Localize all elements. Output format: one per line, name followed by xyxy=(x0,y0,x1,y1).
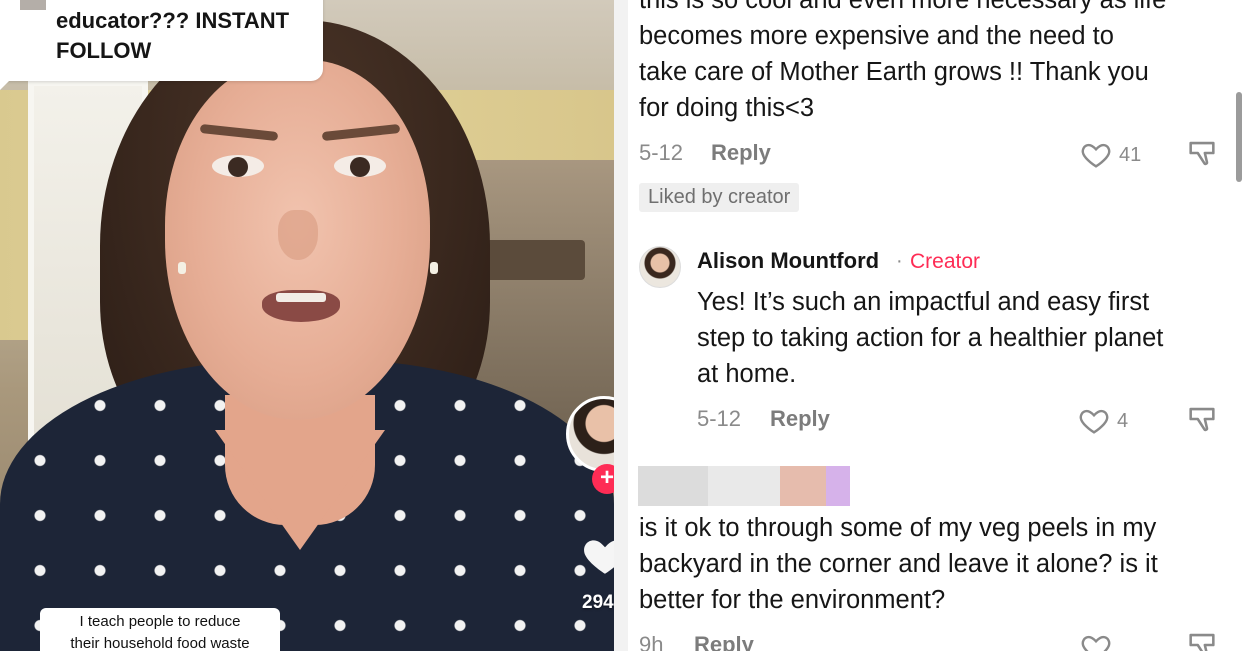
creator-separator: · xyxy=(896,250,903,272)
comment-dislike-button[interactable] xyxy=(1185,402,1219,436)
comment-date: 5-12 xyxy=(697,406,742,431)
video-text-caption-line-2: their household food waste xyxy=(70,635,250,651)
presenter-earring-right xyxy=(430,262,438,274)
comment-line: for doing this<3 xyxy=(639,94,815,122)
comments-panel[interactable]: this is so cool and even more necessary … xyxy=(614,0,1243,651)
reply-button[interactable]: Reply xyxy=(711,140,771,166)
presenter-eye-right xyxy=(334,155,386,177)
video-text-caption-line-1: I teach people to reduce xyxy=(79,613,241,630)
comment-line: better for the environment? xyxy=(639,586,946,614)
caption-avatar-stub xyxy=(20,0,46,10)
comment-like-button[interactable]: 4 xyxy=(1077,404,1128,438)
comment-line: step to taking action for a healthier pl… xyxy=(697,324,1164,352)
heart-outline-icon xyxy=(1081,635,1111,651)
comment-line: is it ok to through some of my veg peels… xyxy=(639,514,1157,542)
liked-by-creator-badge: Liked by creator xyxy=(639,183,800,212)
comment-line: this is so cool and even more necessary … xyxy=(639,0,1167,14)
redacted-block xyxy=(780,466,826,506)
comment-like-button[interactable] xyxy=(1079,630,1113,651)
video-background-shelf xyxy=(475,240,585,280)
presenter-nose xyxy=(278,210,318,260)
comment-like-count: 4 xyxy=(1117,409,1129,432)
caption-line-1: educator??? INSTANT xyxy=(56,8,290,33)
panel-divider xyxy=(614,0,628,651)
heart-icon[interactable] xyxy=(580,530,614,580)
creator-name[interactable]: Alison Mountford xyxy=(697,248,879,274)
comment-date: 9h xyxy=(639,632,664,651)
caption-line-2: FOLLOW xyxy=(56,38,152,63)
comment-line: take care of Mother Earth grows !! Thank… xyxy=(639,58,1149,86)
video-player[interactable]: educator??? INSTANT FOLLOW I teach peopl… xyxy=(0,0,614,651)
reply-button[interactable]: Reply xyxy=(694,632,754,651)
plus-icon[interactable]: + xyxy=(592,464,614,494)
heart-outline-icon xyxy=(1081,143,1111,168)
creator-reply-text: Yes! It’s such an impactful and easy fir… xyxy=(697,284,1237,392)
redacted-block xyxy=(638,466,708,506)
reply-caption-bubble: educator??? INSTANT FOLLOW xyxy=(0,0,323,90)
comment-meta-row: 9h Reply xyxy=(639,632,1229,651)
comment-line: at home. xyxy=(697,360,797,388)
comments-scrollbar[interactable] xyxy=(1236,92,1242,182)
comment-line: backyard in the corner and leave it alon… xyxy=(639,550,1158,578)
comment-dislike-button[interactable] xyxy=(1185,628,1219,651)
creator-avatar[interactable] xyxy=(639,246,681,288)
presenter-earring-left xyxy=(178,262,186,274)
creator-tag-badge: Creator xyxy=(910,250,981,273)
reply-button[interactable]: Reply xyxy=(770,406,830,432)
creator-reply-meta-row: 5-12 Reply 4 xyxy=(697,406,1237,436)
comment-meta-row: 5-12 Reply 41 xyxy=(639,140,1229,170)
redacted-block xyxy=(708,466,780,506)
comment-text: is it ok to through some of my veg peels… xyxy=(639,510,1229,618)
dislike-icon xyxy=(1189,407,1215,432)
presenter-mouth xyxy=(262,290,340,322)
dislike-icon xyxy=(1189,633,1215,651)
caption-bubble-tail xyxy=(0,76,14,90)
heart-outline-icon xyxy=(1079,409,1109,434)
dislike-icon xyxy=(1189,141,1215,166)
redacted-username xyxy=(638,466,850,506)
video-like-count: 294 xyxy=(582,592,614,613)
redacted-block xyxy=(826,466,850,506)
presenter-eye-left xyxy=(212,155,264,177)
comment-line: becomes more expensive and the need to xyxy=(639,22,1114,50)
comment-dislike-button[interactable] xyxy=(1185,136,1219,170)
video-text-caption: I teach people to reduce their household… xyxy=(40,608,280,651)
comment-text: this is so cool and even more necessary … xyxy=(639,0,1229,126)
comment-date: 5-12 xyxy=(639,140,684,165)
comment-like-count: 41 xyxy=(1119,143,1142,166)
comment-like-button[interactable]: 41 xyxy=(1079,138,1141,172)
comment-line: Yes! It’s such an impactful and easy fir… xyxy=(697,288,1150,316)
